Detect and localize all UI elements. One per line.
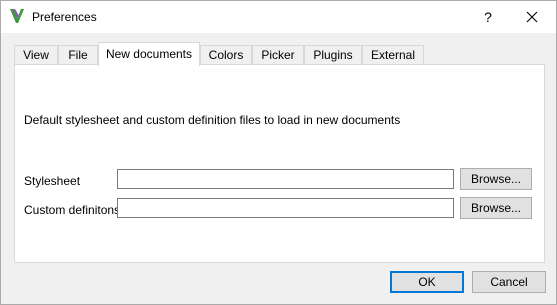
window-title: Preferences — [32, 10, 97, 24]
help-button[interactable]: ? — [469, 1, 507, 33]
tab-view[interactable]: View — [14, 45, 58, 65]
app-logo-icon — [9, 7, 25, 25]
tab-label: Colors — [208, 48, 244, 62]
custom-definitions-input[interactable] — [117, 198, 454, 218]
tab-label: File — [68, 48, 88, 62]
tab-plugins[interactable]: Plugins — [304, 45, 362, 65]
stylesheet-browse-button[interactable]: Browse... — [460, 168, 532, 190]
new-documents-panel: Default stylesheet and custom definition… — [14, 64, 545, 263]
custom-definitions-browse-button[interactable]: Browse... — [460, 197, 532, 219]
tab-colors[interactable]: Colors — [200, 45, 252, 65]
tab-label: Plugins — [313, 48, 353, 62]
help-icon: ? — [484, 9, 492, 25]
panel-description: Default stylesheet and custom definition… — [24, 113, 401, 127]
custom-definitions-label: Custom definitons — [24, 203, 121, 217]
tab-picker[interactable]: Picker — [252, 45, 304, 65]
tab-new-documents[interactable]: New documents — [98, 42, 200, 66]
tab-external[interactable]: External — [362, 45, 424, 65]
preferences-dialog: Preferences ? View File New documents Co… — [0, 0, 557, 305]
close-button[interactable] — [509, 1, 555, 33]
stylesheet-input[interactable] — [117, 169, 454, 189]
title-bar: Preferences ? — [1, 1, 556, 33]
tab-label: View — [23, 48, 49, 62]
tab-label: New documents — [105, 47, 193, 61]
close-icon — [526, 11, 538, 23]
tab-file[interactable]: File — [58, 45, 98, 65]
tab-label: Picker — [261, 48, 295, 62]
cancel-button[interactable]: Cancel — [472, 271, 546, 293]
stylesheet-label: Stylesheet — [24, 174, 81, 188]
tab-label: External — [370, 48, 416, 62]
ok-button[interactable]: OK — [390, 271, 464, 293]
tab-bar: View File New documents Colors Picker Pl… — [14, 42, 544, 66]
